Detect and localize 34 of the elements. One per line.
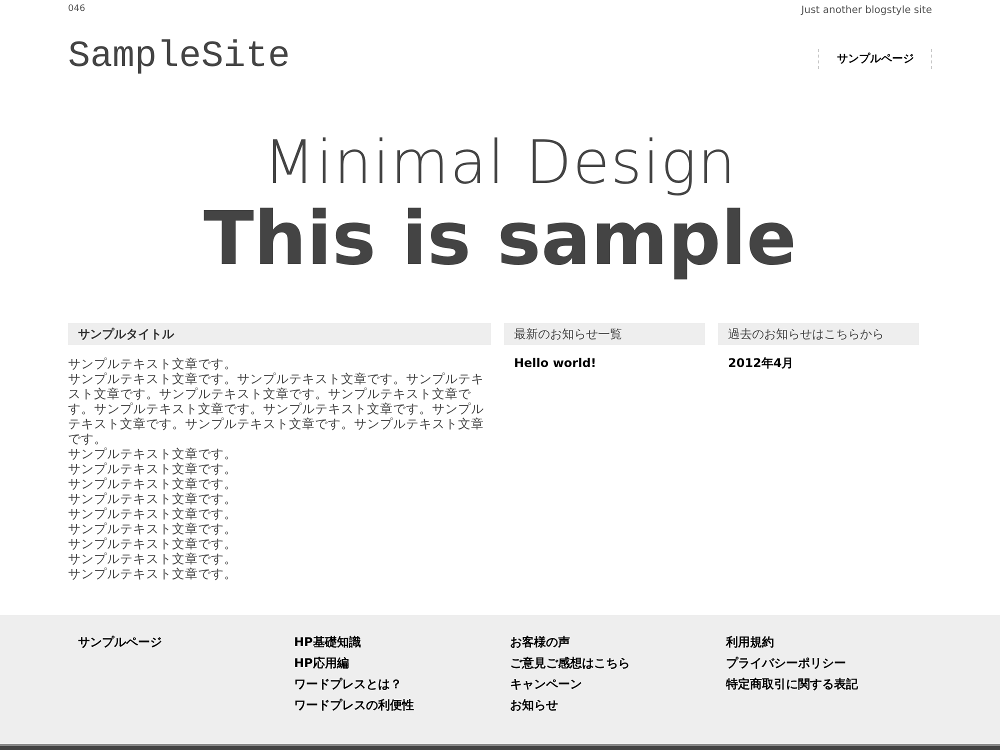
body-text: サンプルテキスト文章です。サンプルテキスト文章です。サンプルテキスト文章です。サンプルテキスト文章です。サンプルテキスト文章です。サンプルテキスト文章です。サンプルテキスト文章です。サンプルテキスト文章です。サンプルテキスト文章です。サンプルテキスト文章です。 [68, 371, 485, 446]
footer-link[interactable]: 利用規約 [726, 632, 922, 653]
body-text: サンプルテキスト文章です。 [68, 491, 238, 506]
body-text: サンプルテキスト文章です。 [68, 506, 238, 521]
site-id: 046 [68, 3, 86, 16]
body-text: サンプルテキスト文章です。 [68, 521, 238, 536]
footer-link[interactable]: 特定商取引に関する表記 [726, 674, 922, 695]
footer-link[interactable]: サンプルページ [78, 632, 274, 653]
body-text: サンプルテキスト文章です。 [68, 476, 238, 491]
widget-heading: 過去のお知らせはこちらから [718, 323, 919, 345]
site-logo[interactable]: SampleSite [68, 38, 290, 76]
footer-link[interactable]: HP基礎知識 [294, 632, 490, 653]
site-tagline: Just another blogstyle site [801, 4, 932, 18]
footer-link[interactable]: HP応用編 [294, 653, 490, 674]
footer-link[interactable]: プライバシーポリシー [726, 653, 922, 674]
footer-link[interactable]: ご意見ご感想はこちら [510, 653, 706, 674]
body-text: サンプルテキスト文章です。 [68, 446, 238, 461]
footer-link[interactable]: お知らせ [510, 695, 706, 716]
footer-link[interactable]: ワードプレスとは？ [294, 674, 490, 695]
body-text: サンプルテキスト文章です。 [68, 536, 238, 551]
footer-link[interactable]: キャンペーン [510, 674, 706, 695]
widget-link[interactable]: Hello world! [514, 354, 695, 372]
widget-heading: 最新のお知らせ一覧 [504, 323, 705, 345]
widget-link[interactable]: 2012年4月 [728, 354, 909, 372]
body-text: サンプルテキスト文章です。 [68, 356, 238, 371]
body-text: サンプルテキスト文章です。 [68, 461, 238, 476]
footer-link[interactable]: ワードプレスの利便性 [294, 695, 490, 716]
section-heading: サンプルタイトル [68, 323, 491, 345]
footer-link[interactable]: お客様の声 [510, 632, 706, 653]
body-text: サンプルテキスト文章です。 [68, 566, 238, 581]
body-text: サンプルテキスト文章です。 [68, 551, 238, 566]
hero-subtitle: Minimal Design [263, 128, 737, 198]
nav-link[interactable]: サンプルページ [818, 48, 932, 70]
hero-title: This is sample [203, 198, 797, 280]
